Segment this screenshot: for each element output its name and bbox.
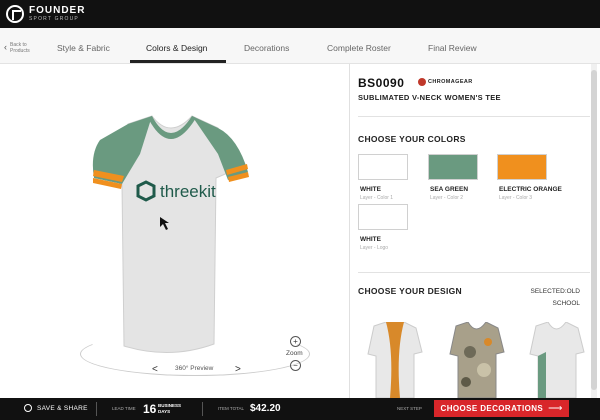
swatch-name: ELECTRIC ORANGE <box>499 186 562 193</box>
item-total-value: $42.20 <box>250 403 281 414</box>
swatch-layer: Layer - Color 1 <box>360 195 394 201</box>
lead-time-label: LEAD TIME <box>112 406 136 411</box>
footer-bar: SAVE & SHARE LEAD TIME 16 BUSINESS DAYS … <box>0 398 600 420</box>
swatch-logo-white[interactable] <box>358 204 408 230</box>
arrow-right-icon: ⟶ <box>548 402 563 414</box>
save-share-label: SAVE & SHARE <box>37 404 88 412</box>
design-section-title: CHOOSE YOUR DESIGN <box>358 286 462 296</box>
configuration-panel: BS0090 CHROMAGEAR SUBLIMATED V-NECK WOME… <box>350 64 600 398</box>
chromagear-icon <box>418 78 426 86</box>
tab-style-fabric[interactable]: Style & Fabric <box>57 43 110 53</box>
footer-divider <box>96 402 97 416</box>
back-label: Back to Products <box>10 42 30 54</box>
next-step-label: NEXT STEP <box>397 406 422 411</box>
top-header: FOUNDER SPORT GROUP <box>0 0 600 28</box>
lead-time-value: 16 <box>143 402 157 416</box>
share-icon <box>24 404 32 412</box>
design-thumbnail-stripe[interactable] <box>522 322 590 398</box>
swatch-name: WHITE <box>360 236 381 243</box>
item-total-label: ITEM TOTAL <box>218 406 245 411</box>
preview-label: 360° Preview <box>175 365 214 372</box>
swatch-layer: Layer - Color 3 <box>499 195 533 201</box>
tab-colors-design[interactable]: Colors & Design <box>146 43 207 53</box>
founder-logo-icon <box>6 5 24 23</box>
panel-scrollbar[interactable] <box>591 64 597 398</box>
chromagear-logo: CHROMAGEAR <box>418 78 473 86</box>
swatch-electric-orange[interactable] <box>497 154 547 180</box>
swatch-name: WHITE <box>360 186 381 193</box>
design-thumbnail-camo[interactable] <box>442 322 510 398</box>
tee-3d-model[interactable]: threekit <box>80 114 260 354</box>
rotate-left-button[interactable]: < <box>152 364 158 375</box>
product-name: SUBLIMATED V-NECK WOMEN'S TEE <box>358 93 501 102</box>
active-tab-indicator <box>130 60 226 63</box>
tab-final-review[interactable]: Final Review <box>428 43 477 53</box>
step-navigation: ‹ Back to Products Style & Fabric Colors… <box>0 28 600 64</box>
chromagear-logo-text: CHROMAGEAR <box>428 79 473 85</box>
zoom-in-button[interactable]: + <box>290 336 301 347</box>
swatch-sea-green[interactable] <box>428 154 478 180</box>
swatch-layer: Layer - Logo <box>360 245 389 251</box>
save-share-button[interactable]: SAVE & SHARE <box>24 404 88 412</box>
swatch-white[interactable] <box>358 154 408 180</box>
brand-logo[interactable]: FOUNDER SPORT GROUP <box>29 6 85 22</box>
zoom-label: Zoom <box>286 350 303 357</box>
colors-section-title: CHOOSE YOUR COLORS <box>358 134 466 144</box>
brand-subtitle: SPORT GROUP <box>29 16 79 22</box>
divider <box>358 116 590 117</box>
swatch-name: SEA GREEN <box>430 186 469 193</box>
tab-complete-roster[interactable]: Complete Roster <box>327 43 391 53</box>
lead-time-unit: BUSINESS DAYS <box>158 403 182 414</box>
back-to-products-link[interactable]: ‹ Back to Products <box>4 42 34 54</box>
design-thumbnail-old-school[interactable] <box>360 322 428 398</box>
selected-design-label: SELECTED:OLD SCHOOL <box>530 288 581 307</box>
brand-name: FOUNDER <box>29 5 86 16</box>
product-sku: BS0090 <box>358 76 405 90</box>
choose-decorations-button[interactable]: CHOOSE DECORATIONS ⟶ <box>434 400 569 417</box>
footer-divider <box>202 402 203 416</box>
zoom-out-button[interactable]: − <box>290 360 301 371</box>
chevron-left-icon: ‹ <box>4 42 7 52</box>
cta-label: CHOOSE DECORATIONS <box>440 404 544 413</box>
product-3d-preview[interactable]: threekit < 360° Preview > + Zoom − <box>0 64 349 398</box>
rotate-right-button[interactable]: > <box>235 364 241 375</box>
swatch-layer: Layer - Color 2 <box>430 195 464 201</box>
scroll-thumb[interactable] <box>591 70 597 390</box>
tee-chest-logo: threekit <box>160 182 216 201</box>
divider <box>358 272 590 273</box>
tab-decorations[interactable]: Decorations <box>244 43 289 53</box>
